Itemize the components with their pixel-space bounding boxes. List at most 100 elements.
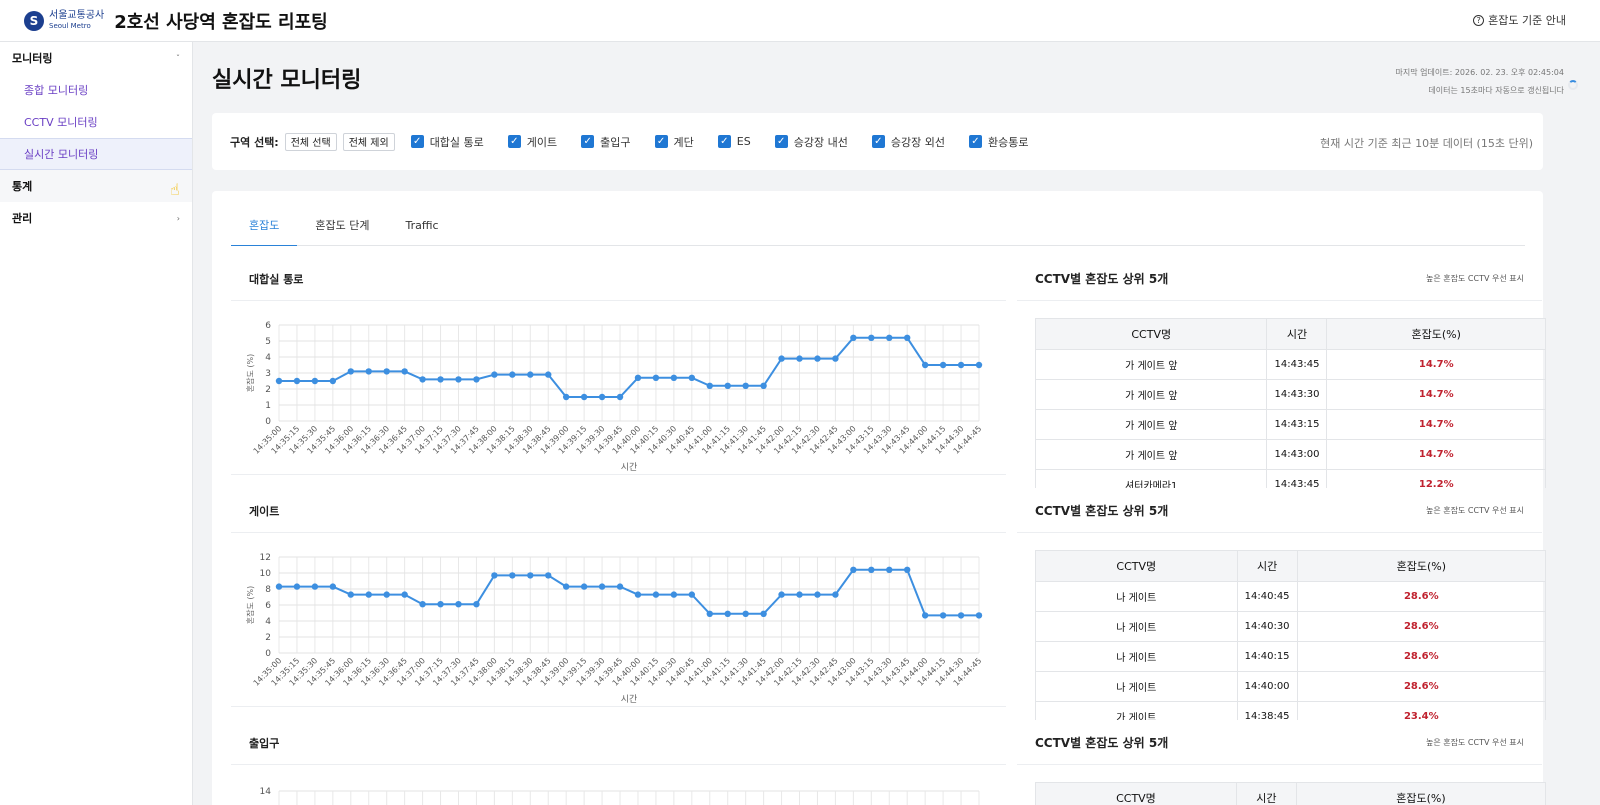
tab-congestion[interactable]: 혼잡도 <box>231 210 298 246</box>
data-point <box>347 368 354 375</box>
data-point <box>796 355 803 362</box>
data-point <box>419 601 426 608</box>
congestion-cell: 14.7% <box>1326 439 1545 470</box>
column-header: 혼잡도(%) <box>1326 319 1545 350</box>
data-point <box>939 361 947 369</box>
congestion-cell: 14.7% <box>1326 409 1545 440</box>
cctv-name-cell: 셔터카메라1 <box>1036 469 1267 488</box>
line-chart-concourse: 0123456혼잡도 (%)14:35:0014:35:1514:35:3014… <box>245 321 983 473</box>
data-point <box>921 612 929 619</box>
sidebar-item-cctv-monitoring[interactable]: CCTV 모니터링 <box>0 106 192 138</box>
table-row: 가 게이트 앞 14:43:15 14.7% <box>1036 409 1545 440</box>
congestion-guide-link[interactable]: ? 혼잡도 기준 안내 <box>1473 12 1566 28</box>
select-all-button[interactable]: 전체 선택 <box>284 132 337 151</box>
data-point <box>921 361 929 369</box>
app-title: 2호선 사당역 혼잡도 리포팅 <box>114 11 328 33</box>
tab-congestion-level[interactable]: 혼잡도 단계 <box>297 210 387 246</box>
data-point <box>904 334 911 341</box>
data-point <box>437 601 444 608</box>
table-title: CCTV별 혼잡도 상위 5개 <box>1035 272 1169 286</box>
zone-filter-label: 구역 선택: <box>230 135 279 149</box>
time-cell: 14:43:45 <box>1266 469 1327 488</box>
data-point <box>975 612 983 619</box>
data-point <box>688 374 696 381</box>
table-row: 나 게이트 14:40:00 28.6% <box>1036 671 1545 702</box>
data-point <box>580 393 588 401</box>
line-chart-entrance: 14 <box>260 787 980 805</box>
top-bar: S 서울교통공사 Seoul Metro 2호선 사당역 혼잡도 리포팅 ? 혼… <box>0 0 1600 42</box>
y-tick-label: 1 <box>265 401 271 411</box>
data-point <box>401 591 408 598</box>
y-tick-label: 3 <box>265 369 271 379</box>
table-row: 가 게이트 앞 14:43:30 14.7% <box>1036 379 1545 410</box>
zone-checkbox-label: 승강장 외선 <box>890 135 945 149</box>
zone-checkbox-concourse[interactable]: ✓ 대합실 통로 <box>410 134 484 150</box>
line-chart-gate: 024681012혼잡도 (%)14:35:0014:35:1514:35:30… <box>245 553 983 705</box>
table-row: 나 게이트 14:40:30 28.6% <box>1036 611 1545 642</box>
refresh-note: 데이터는 15초마다 자동으로 갱신됩니다 <box>1428 86 1564 95</box>
last-update-text: 마지막 업데이트: 2026. 02. 23. 오후 02:45:04 <box>1395 68 1564 77</box>
data-point <box>724 610 731 617</box>
data-point <box>724 382 731 389</box>
sidebar-item-realtime-monitoring[interactable]: 실시간 모니터링 <box>0 138 192 170</box>
checkbox-checked-icon: ✓ <box>774 135 788 148</box>
cctv-table: CCTV명 시간 혼잡도(%) <box>1035 782 1546 805</box>
zone-checkbox-gate[interactable]: ✓ 게이트 <box>507 134 558 150</box>
data-point <box>652 591 660 598</box>
zone-checkbox-label: 출입구 <box>600 135 631 149</box>
data-point <box>814 355 821 362</box>
time-cell: 14:43:15 <box>1266 409 1327 440</box>
data-point <box>886 566 893 573</box>
deselect-all-button[interactable]: 전체 제외 <box>342 132 395 151</box>
zone-checkbox-es[interactable]: ✓ ES <box>717 135 751 148</box>
zone-checkbox-stairs[interactable]: ✓ 계단 <box>654 134 694 150</box>
data-point <box>598 393 606 401</box>
series-line <box>279 336 979 398</box>
congestion-cell: 28.6% <box>1296 671 1545 702</box>
loading-spinner-icon <box>1568 80 1578 90</box>
table-header: CCTV별 혼잡도 상위 5개 높은 혼잡도 CCTV 우선 표시 <box>1017 721 1542 765</box>
table-row: 나 게이트 14:40:15 28.6% <box>1036 641 1545 672</box>
sidebar-group-statistics[interactable]: 통계 <box>0 170 192 202</box>
column-header: CCTV명 <box>1036 319 1267 350</box>
chart-area: 14 <box>231 765 1006 805</box>
data-point <box>562 393 570 401</box>
zone-checkbox-transfer[interactable]: ✓ 환승통로 <box>968 134 1028 150</box>
data-point <box>473 601 480 608</box>
data-point <box>796 591 803 598</box>
chart-title: 출입구 <box>231 721 1006 765</box>
sidebar-item-overview-monitoring[interactable]: 종합 모니터링 <box>0 74 192 106</box>
chart-panel-gate: 게이트 0 2 4 6 8 10 12 혼잡도 (%) 14:35:00 14:35:15 14:3… <box>231 489 1006 707</box>
checkbox-checked-icon: ✓ <box>507 135 521 148</box>
congestion-cell: 23.4% <box>1296 701 1545 720</box>
sidebar-group-label: 관리 <box>12 212 33 225</box>
table-note: 높은 혼잡도 CCTV 우선 표시 <box>1426 274 1524 283</box>
chart-area: 0 2 4 6 8 10 12 혼잡도 (%) 14:35:00 14:35:15 14:35:30… <box>231 533 1006 707</box>
data-point <box>509 572 516 579</box>
zone-checkbox-platform-outer[interactable]: ✓ 승강장 외선 <box>871 134 945 150</box>
checkbox-checked-icon: ✓ <box>871 135 885 148</box>
data-point <box>545 371 552 378</box>
sidebar-group-admin[interactable]: 관리 › <box>0 202 192 234</box>
congestion-cell: 14.7% <box>1326 349 1545 380</box>
time-cell: 14:40:30 <box>1236 611 1298 642</box>
cctv-name-cell: 나 게이트 <box>1036 641 1238 672</box>
congestion-guide-label: 혼잡도 기준 안내 <box>1488 14 1566 27</box>
sidebar-group-monitoring[interactable]: 모니터링 ˇ <box>0 42 192 74</box>
data-point <box>688 591 696 598</box>
data-point <box>365 591 372 598</box>
zone-checkbox-platform-inner[interactable]: ✓ 승강장 내선 <box>774 134 848 150</box>
zone-checkbox-label: 게이트 <box>526 135 558 149</box>
data-point <box>850 334 857 341</box>
checkbox-checked-icon: ✓ <box>717 135 731 148</box>
zone-checkbox-entrance[interactable]: ✓ 출입구 <box>581 134 631 150</box>
y-tick-label: 14 <box>260 787 272 797</box>
seoul-metro-logo[interactable]: S 서울교통공사 Seoul Metro <box>24 10 104 31</box>
data-point <box>616 583 624 590</box>
tab-traffic[interactable]: Traffic <box>387 210 456 246</box>
y-tick-label: 6 <box>265 601 271 611</box>
y-axis-label: 혼잡도 (%) <box>245 354 255 392</box>
data-point <box>957 361 965 369</box>
time-cell: 14:40:15 <box>1236 641 1298 672</box>
data-point <box>329 583 337 590</box>
